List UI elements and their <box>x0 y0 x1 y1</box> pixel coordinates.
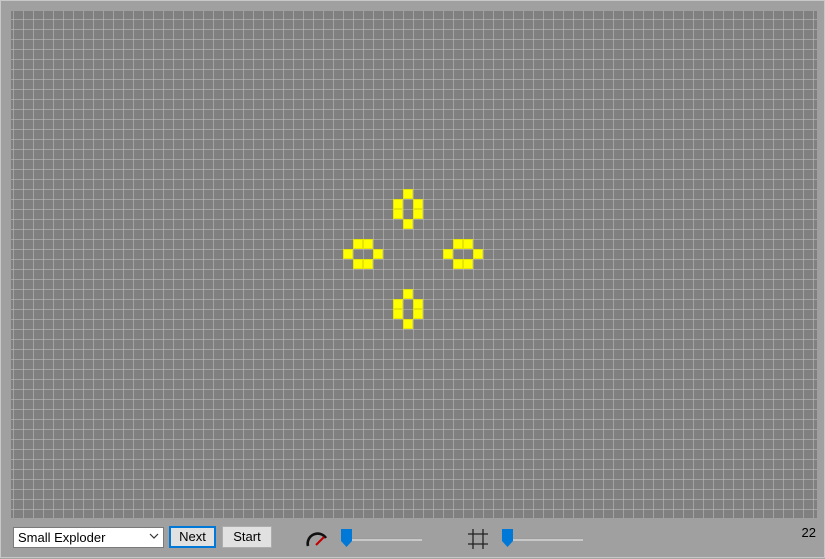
pattern-select[interactable]: Small Exploder <box>13 527 164 548</box>
live-cell[interactable] <box>403 189 413 199</box>
live-cell[interactable] <box>413 309 423 319</box>
live-cell[interactable] <box>403 219 413 229</box>
live-cell[interactable] <box>353 259 363 269</box>
game-board[interactable] <box>11 11 817 518</box>
live-cell[interactable] <box>463 239 473 249</box>
live-cell[interactable] <box>463 259 473 269</box>
start-button[interactable]: Start <box>222 526 272 548</box>
live-cell[interactable] <box>393 209 403 219</box>
live-cell[interactable] <box>393 299 403 309</box>
zoom-slider-thumb[interactable] <box>502 529 513 547</box>
control-bar: Small Exploder Next Start 22 <box>1 521 825 559</box>
pattern-select-value: Small Exploder <box>18 530 106 545</box>
live-cell[interactable] <box>413 209 423 219</box>
live-cell[interactable] <box>353 239 363 249</box>
live-cell[interactable] <box>343 249 353 259</box>
live-cell[interactable] <box>403 319 413 329</box>
live-cell[interactable] <box>373 249 383 259</box>
live-cell[interactable] <box>393 199 403 209</box>
live-cell[interactable] <box>413 199 423 209</box>
live-cell[interactable] <box>363 239 373 249</box>
speed-slider-track[interactable] <box>342 538 422 541</box>
live-cell[interactable] <box>443 249 453 259</box>
next-button[interactable]: Next <box>169 526 216 548</box>
live-cell[interactable] <box>393 309 403 319</box>
speedometer-icon <box>306 532 328 547</box>
generation-counter: 22 <box>801 525 816 540</box>
live-cell[interactable] <box>453 259 463 269</box>
live-cell[interactable] <box>403 289 413 299</box>
live-cell[interactable] <box>363 259 373 269</box>
live-cell[interactable] <box>453 239 463 249</box>
speed-slider-thumb[interactable] <box>341 529 352 547</box>
zoom-slider-track[interactable] <box>503 538 583 541</box>
chevron-down-icon <box>149 533 159 539</box>
game-window: Small Exploder Next Start 22 <box>0 0 825 558</box>
grid-icon <box>468 529 488 549</box>
live-cell[interactable] <box>413 299 423 309</box>
live-cell[interactable] <box>473 249 483 259</box>
